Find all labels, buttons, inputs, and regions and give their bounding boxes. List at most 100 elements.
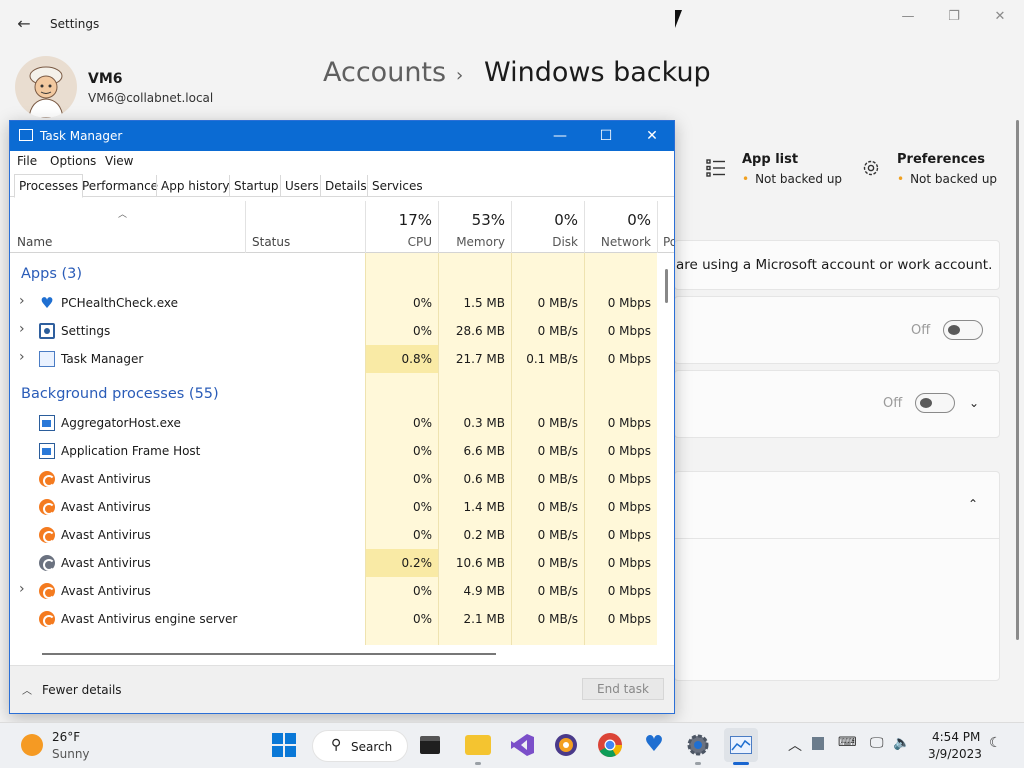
focus-moon-icon[interactable]: ☾ — [989, 735, 1002, 751]
volume-icon[interactable]: 🔈 — [893, 735, 910, 751]
col-name[interactable]: ︿ Name — [10, 201, 245, 253]
back-arrow-icon[interactable]: ← — [14, 14, 34, 34]
clock-time[interactable]: 4:54 PM — [932, 730, 980, 744]
mouse-cursor-icon — [675, 10, 682, 28]
process-name: Avast Antivirus — [61, 472, 151, 486]
process-row[interactable]: › Avast Antivirus 0% 4.9 MB 0 MB/s 0 Mbps — [10, 577, 657, 605]
search-button[interactable]: ⚲ Search — [312, 730, 408, 762]
group-header[interactable]: Background processes (55) — [10, 381, 657, 409]
tab-users[interactable]: Users — [280, 175, 323, 197]
process-name: Application Frame Host — [61, 444, 201, 458]
start-windows-icon[interactable] — [271, 732, 297, 758]
col-memory-label: Memory — [456, 235, 505, 249]
toggle-1-label: Off — [911, 323, 931, 338]
avast-browser-icon[interactable] — [553, 732, 579, 758]
show-hidden-icons-chevron-icon[interactable]: ︿ — [788, 735, 802, 755]
expand-chevron-icon[interactable]: › — [19, 349, 25, 365]
page-title: Windows backup — [484, 57, 711, 88]
process-network-value: 0 Mbps — [607, 472, 651, 486]
menu-options[interactable]: Options — [50, 154, 96, 168]
process-disk-value: 0 MB/s — [537, 528, 578, 542]
col-power[interactable]: Po — [657, 201, 674, 253]
process-list[interactable]: Apps (3) › ♥ PCHealthCheck.exe 0% 1.5 MB 0 MB/… — [10, 253, 657, 645]
toggle-switch-1[interactable] — [943, 320, 983, 340]
process-row[interactable]: › Settings 0% 28.6 MB 0 MB/s 0 Mbps — [10, 317, 657, 345]
task-manager-titlebar[interactable]: Task Manager — ☐ ✕ — [10, 121, 674, 151]
expand-chevron-icon[interactable]: › — [19, 321, 25, 337]
process-memory-value: 4.9 MB — [463, 584, 505, 598]
group-header[interactable]: Apps (3) — [10, 261, 657, 289]
visual-studio-icon[interactable] — [509, 732, 535, 758]
process-disk-value: 0 MB/s — [537, 444, 578, 458]
process-row[interactable]: Avast Antivirus engine server 0% 2.1 MB 0 M… — [10, 605, 657, 633]
expand-chevron-icon[interactable]: › — [19, 581, 25, 597]
process-row[interactable]: Application Frame Host 0% 6.6 MB 0 MB/s 0 Mb… — [10, 437, 657, 465]
settings-gear-icon[interactable] — [685, 732, 711, 758]
pc-health-check-icon[interactable]: ♥ — [641, 732, 667, 758]
process-row[interactable]: Avast Antivirus 0% 0.2 MB 0 MB/s 0 Mbps — [10, 521, 657, 549]
tm-maximize-button[interactable]: ☐ — [583, 121, 629, 151]
menu-bar: File Options View — [10, 151, 674, 171]
clock-date[interactable]: 3/9/2023 — [928, 747, 982, 761]
settings-app-icon — [39, 323, 55, 339]
col-cpu[interactable]: 17% CPU — [365, 201, 438, 253]
col-status[interactable]: Status — [245, 201, 365, 253]
weather-condition[interactable]: Sunny — [52, 747, 90, 761]
process-row[interactable]: › Task Manager 0.8% 21.7 MB 0.1 MB/s 0 Mbps — [10, 345, 657, 373]
task-view-icon[interactable] — [420, 736, 440, 754]
process-row[interactable]: Avast Antivirus 0% 0.6 MB 0 MB/s 0 Mbps — [10, 465, 657, 493]
tm-minimize-button[interactable]: — — [537, 121, 583, 151]
process-list-hscrollbar[interactable] — [42, 653, 496, 655]
keyboard-icon[interactable]: ⌨ — [838, 735, 857, 750]
process-name: Avast Antivirus — [61, 500, 151, 514]
app-list-state: • Not backed up — [742, 172, 843, 186]
col-memory[interactable]: 53% Memory — [438, 201, 511, 253]
tab-details[interactable]: Details — [320, 175, 371, 197]
process-row[interactable]: › ♥ PCHealthCheck.exe 0% 1.5 MB 0 MB/s 0 Mbps — [10, 289, 657, 317]
avast-icon — [39, 499, 55, 515]
col-disk-label: Disk — [552, 235, 578, 249]
tm-close-button[interactable]: ✕ — [629, 121, 674, 151]
menu-view[interactable]: View — [105, 154, 133, 168]
settings-scrollbar[interactable] — [1016, 120, 1019, 640]
expand-chevron-icon[interactable]: › — [19, 293, 25, 309]
chevron-up-icon[interactable]: ⌃ — [968, 497, 978, 511]
file-explorer-icon[interactable] — [465, 735, 491, 755]
tab-startup[interactable]: Startup — [229, 175, 283, 197]
minimize-button[interactable]: — — [885, 8, 931, 28]
breadcrumb-accounts[interactable]: Accounts — [323, 57, 446, 88]
maximize-button[interactable]: ❐ — [931, 8, 977, 28]
col-network[interactable]: 0% Network — [584, 201, 657, 253]
avatar[interactable] — [15, 56, 77, 118]
chrome-icon[interactable] — [597, 732, 623, 758]
process-list-vscrollbar[interactable] — [665, 269, 668, 303]
menu-file[interactable]: File — [17, 154, 37, 168]
process-cpu-value: 0% — [412, 584, 432, 598]
close-button[interactable]: ✕ — [977, 8, 1023, 28]
toggle-switch-2[interactable] — [915, 393, 955, 413]
end-task-button[interactable]: End task — [582, 678, 664, 700]
process-network-value: 0 Mbps — [607, 296, 651, 310]
tab-services[interactable]: Services — [367, 175, 427, 197]
fewer-details-button[interactable]: ︿ Fewer details — [22, 682, 122, 697]
process-row[interactable]: AggregatorHost.exe 0% 0.3 MB 0 MB/s 0 Mbps — [10, 409, 657, 437]
col-name-label: Name — [17, 235, 53, 249]
process-memory-value: 0.6 MB — [463, 472, 505, 486]
col-network-label: Network — [600, 235, 651, 249]
weather-temperature[interactable]: 26°F — [52, 730, 80, 744]
tray-app-icon[interactable] — [812, 737, 824, 750]
process-disk-value: 0 MB/s — [537, 556, 578, 570]
process-memory-value: 1.4 MB — [463, 500, 505, 514]
process-row[interactable]: Avast Antivirus 0.2% 10.6 MB 0 MB/s 0 Mbps — [10, 549, 657, 577]
task-manager-taskbar-button[interactable] — [724, 728, 758, 762]
tab-performance[interactable]: Performance — [77, 175, 162, 197]
tab-processes[interactable]: Processes — [14, 174, 84, 198]
preferences-title: Preferences — [897, 152, 985, 167]
tab-app-history[interactable]: App history — [156, 175, 234, 197]
weather-sun-icon[interactable] — [21, 734, 43, 756]
process-row[interactable]: Avast Antivirus 0% 1.4 MB 0 MB/s 0 Mbps — [10, 493, 657, 521]
col-disk[interactable]: 0% Disk — [511, 201, 584, 253]
col-cpu-label: CPU — [407, 235, 432, 249]
chevron-down-icon[interactable]: ⌄ — [969, 396, 979, 410]
network-display-icon[interactable]: 🖵 — [870, 735, 884, 751]
